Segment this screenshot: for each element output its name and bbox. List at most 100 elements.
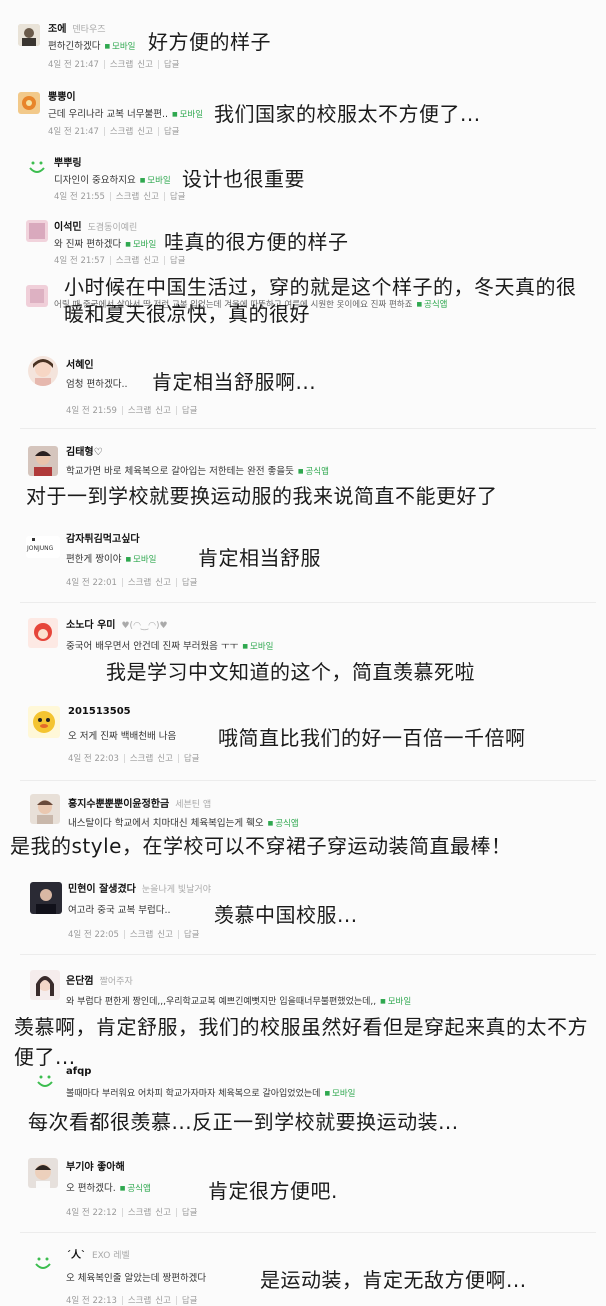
translation-caption: 对于一到学校就要换运动服的我来说简直不能更好了 xyxy=(26,484,498,508)
badge: 모바일 xyxy=(104,42,135,52)
comment-text: 와 부럽다 편한게 짱인데,,,우리학교교복 예쁘긴예뻣지만 입을때너무불편했었… xyxy=(66,994,411,1007)
username[interactable]: 뿌뿌링 xyxy=(54,154,82,169)
report-link[interactable]: 신고 xyxy=(157,930,173,940)
comment-meta: 4일 전 21:47 | 스크랩 신고 | 답글 xyxy=(48,127,180,137)
badge: 모바일 xyxy=(172,110,203,120)
reply-link[interactable]: 답글 xyxy=(170,192,186,202)
user-avatar[interactable] xyxy=(28,356,58,386)
reply-link[interactable]: 답글 xyxy=(182,406,198,416)
divider xyxy=(20,428,596,429)
reply-link[interactable]: 답글 xyxy=(164,60,180,70)
username[interactable]: 부기야 좋아해 xyxy=(66,1158,125,1173)
username[interactable]: 뿡뿡이 xyxy=(48,88,76,103)
comment-meta: 4일 전 22:01 | 스크랩 신고 | 답글 xyxy=(66,578,198,588)
report-link[interactable]: 신고 xyxy=(155,406,171,416)
translation-caption: 哇真的很方便的样子 xyxy=(164,230,349,254)
user-avatar[interactable] xyxy=(28,1158,58,1188)
translation-caption: 每次看都很羡慕...反正一到学校就要换运动装... xyxy=(28,1110,459,1134)
report-link[interactable]: 신고 xyxy=(137,60,153,70)
user-avatar[interactable] xyxy=(18,24,40,46)
username[interactable]: afqp xyxy=(66,1066,91,1077)
user-avatar[interactable] xyxy=(30,970,60,1000)
comment-text: 여고라 중국 교복 부럽다.. xyxy=(68,905,171,916)
scrap-link[interactable]: 스크랩 xyxy=(110,127,133,137)
translation-caption: 羡慕啊，肯定舒服，我们的校服虽然好看但是穿起来真的太不方便了... xyxy=(14,1015,588,1069)
scrap-link[interactable]: 스크랩 xyxy=(110,60,133,70)
scrap-link[interactable]: 스크랩 xyxy=(116,256,139,266)
reply-link[interactable]: 답글 xyxy=(184,754,200,764)
divider xyxy=(20,954,596,955)
user-avatar[interactable] xyxy=(28,446,58,476)
report-link[interactable]: 신고 xyxy=(143,256,159,266)
comment-text: 엄청 편하겠다.. xyxy=(66,379,128,390)
user-avatar[interactable] xyxy=(26,220,48,242)
report-link[interactable]: 신고 xyxy=(137,127,153,137)
divider xyxy=(20,1232,596,1233)
username[interactable]: ´人` EXO 레벨 xyxy=(66,1246,130,1261)
comment-meta: 4일 전 22:05 | 스크랩 신고 | 답글 xyxy=(68,930,200,940)
username[interactable]: 이석민 도겸동이예린 xyxy=(54,218,137,233)
reply-link[interactable]: 답글 xyxy=(182,1296,198,1306)
translation-caption: 设计也很重要 xyxy=(182,167,305,191)
badge: 공식앱 xyxy=(298,467,329,477)
comment-text: 오 편하겠다.공식앱 xyxy=(66,1180,151,1194)
user-avatar[interactable] xyxy=(30,882,62,914)
divider xyxy=(20,602,596,603)
badge: 모바일 xyxy=(324,1089,355,1099)
scrap-link[interactable]: 스크랩 xyxy=(130,930,153,940)
translation-caption: 哦简直比我们的好一百倍一千倍啊 xyxy=(218,726,526,750)
scrap-link[interactable]: 스크랩 xyxy=(128,1208,151,1218)
translation-caption: 我们国家的校服太不方便了... xyxy=(214,102,481,126)
comment-text: 디자인이 중요하지요모바일 xyxy=(54,172,171,186)
user-avatar[interactable] xyxy=(28,618,58,648)
username[interactable]: 소노다 우미 ♥(◠‿◠)♥ xyxy=(66,616,168,631)
report-link[interactable]: 신고 xyxy=(143,192,159,202)
comment-text: 근데 우리나라 교복 너무불편..모바일 xyxy=(48,106,203,120)
username[interactable]: 감자튀김먹고싶다 xyxy=(66,530,140,545)
username[interactable]: 민현이 잘생겼다 눈을나게 빛날거야 xyxy=(68,880,211,895)
comment-text: 중국어 배우면서 안건데 진짜 부러웠음 ㅜㅜ모바일 xyxy=(66,638,273,652)
reply-link[interactable]: 답글 xyxy=(182,578,198,588)
username[interactable]: 조에 덴타우즈 xyxy=(48,20,106,35)
report-link[interactable]: 신고 xyxy=(155,578,171,588)
comment-text: 볼때마다 부러워요 어차피 학교가자마자 체육복으로 갈아입었었는데모바일 xyxy=(66,1086,355,1099)
smile-icon xyxy=(35,1257,51,1269)
scrap-link[interactable]: 스크랩 xyxy=(128,578,151,588)
reply-link[interactable]: 답글 xyxy=(170,256,186,266)
username[interactable]: 김태형♡ xyxy=(66,443,103,458)
translation-caption: 是运动装，肯定无敌方便啊... xyxy=(260,1268,527,1292)
divider xyxy=(20,780,596,781)
comment-meta: 4일 전 21:55 | 스크랩 신고 | 답글 xyxy=(54,192,186,202)
user-avatar[interactable] xyxy=(28,706,60,738)
translation-caption: 肯定很方便吧. xyxy=(208,1179,338,1203)
scrap-link[interactable]: 스크랩 xyxy=(130,754,153,764)
username[interactable]: 은단껌 짤어주자 xyxy=(66,972,133,987)
user-avatar[interactable] xyxy=(26,285,48,307)
scrap-link[interactable]: 스크랩 xyxy=(128,1296,151,1306)
report-link[interactable]: 신고 xyxy=(157,754,173,764)
reply-link[interactable]: 답글 xyxy=(182,1208,198,1218)
scrap-link[interactable]: 스크랩 xyxy=(116,192,139,202)
scrap-link[interactable]: 스크랩 xyxy=(128,406,151,416)
badge: 모바일 xyxy=(380,997,411,1007)
username[interactable]: 201513505 xyxy=(68,706,131,717)
user-avatar[interactable] xyxy=(30,794,60,824)
comment-text: 편한게 짱이야모바일 xyxy=(66,551,157,565)
report-link[interactable]: 신고 xyxy=(155,1296,171,1306)
comment-text: 오 저게 진짜 백배천배 나음 xyxy=(68,731,177,742)
translation-caption: 小时候在中国生活过，穿的就是这个样子的，冬天真的很暖和夏天很凉快，真的很好 xyxy=(64,275,577,326)
reply-link[interactable]: 답글 xyxy=(184,930,200,940)
comment-meta: 4일 전 21:57 | 스크랩 신고 | 답글 xyxy=(54,256,186,266)
comment-meta: 4일 전 22:12 | 스크랩 신고 | 답글 xyxy=(66,1208,198,1218)
reply-link[interactable]: 답글 xyxy=(164,127,180,137)
username[interactable]: 서혜인 xyxy=(66,356,94,371)
translation-caption: 肯定相当舒服啊... xyxy=(152,370,317,394)
user-avatar[interactable]: JONJUNG xyxy=(26,536,60,558)
svg-text:JONJUNG: JONJUNG xyxy=(26,545,54,552)
badge: 모바일 xyxy=(140,176,171,186)
user-avatar[interactable] xyxy=(18,92,40,114)
smile-icon xyxy=(37,1075,53,1087)
report-link[interactable]: 신고 xyxy=(155,1208,171,1218)
username[interactable]: 홍지수뿐뿐뿐이윤정한금 세븐틴 앱 xyxy=(68,795,211,810)
comment-text: 내스탈이다 학교에서 치마대신 체육복입는게 훽오공식앱 xyxy=(68,815,299,829)
